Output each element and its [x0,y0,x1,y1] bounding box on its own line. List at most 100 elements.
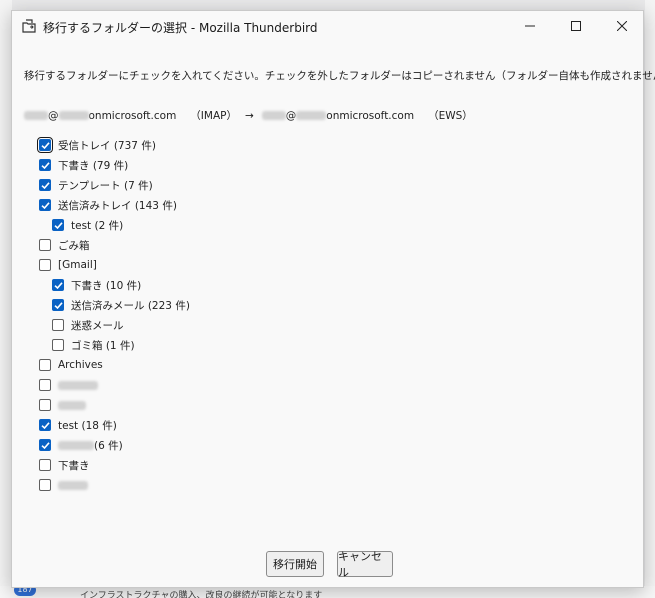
folder-checkbox[interactable] [39,179,51,191]
folder-label-text: 受信トレイ (737 件) [58,139,156,152]
folder-label-text: 送信済みメール (223 件) [71,299,190,312]
folder-checkbox[interactable] [52,319,64,331]
folder-checkbox[interactable] [37,137,53,153]
maximize-button[interactable] [553,11,599,41]
folder-label: ごみ箱 [58,238,90,253]
folder-label-text: 下書き (10 件) [71,279,142,292]
folder-checkbox[interactable] [52,279,64,291]
checkmark-icon [40,161,50,169]
folder-label: テンプレート (7 件) [58,178,153,193]
folder-label [58,480,88,490]
folder-row[interactable]: ゴミ箱 (1 件) [52,335,135,355]
checkmark-icon [40,441,50,449]
folder-checkbox[interactable] [39,159,51,171]
minimize-icon [525,25,535,27]
folder-label: [Gmail] [58,259,97,271]
background-preview-text: インフラストラクチャの購入、改良の継続が可能となります [80,591,323,598]
redacted-folder-name [58,440,94,450]
folder-row[interactable]: 送信済みトレイ (143 件) [39,195,177,215]
folder-label-text: test (18 件) [58,419,117,432]
redacted-source-tenant [58,111,89,120]
redacted-dest-tenant [296,111,327,120]
folder-checkbox[interactable] [39,359,51,371]
folder-label: ゴミ箱 (1 件) [71,338,135,353]
redacted-folder-name [58,480,88,490]
folder-select-dialog: 移行するフォルダーの選択 - Mozilla Thunderbird 移行するフ… [11,10,655,588]
source-domain: onmicrosoft.com [88,109,177,122]
folder-checkbox[interactable] [39,459,51,471]
start-migration-button[interactable]: 移行開始 [266,551,324,577]
folder-label-text: ゴミ箱 (1 件) [71,339,135,352]
folder-row[interactable]: test (2 件) [52,215,123,235]
folder-label: (6 件) [58,438,123,453]
instruction-text: 移行するフォルダーにチェックを入れてください。チェックを外したフォルダーはコピー… [24,70,655,82]
folder-row[interactable]: test (18 件) [39,415,117,435]
folder-label: test (18 件) [58,418,117,433]
folder-label [58,400,86,410]
title-bar: 移行するフォルダーの選択 - Mozilla Thunderbird [12,11,643,41]
cancel-button[interactable]: キャンセル [337,550,393,579]
folder-checkbox[interactable] [39,419,51,431]
checkmark-icon [40,421,50,429]
folder-label: 下書き (10 件) [71,278,141,293]
folder-label [58,380,98,390]
checkmark-icon [53,301,63,309]
folder-checkbox[interactable] [39,399,51,411]
folder-label-text: 迷惑メール [71,319,124,332]
folder-row[interactable] [39,395,86,415]
folder-row[interactable] [39,375,98,395]
minimize-button[interactable] [507,11,553,41]
folder-row[interactable]: ごみ箱 [39,235,90,255]
close-button[interactable] [599,11,645,41]
folder-row[interactable]: 受信トレイ (737 件) [37,135,156,155]
folder-label-text: ごみ箱 [58,239,90,252]
maximize-icon [571,21,581,31]
folder-checkbox[interactable] [39,199,51,211]
checkmark-icon [40,181,50,189]
dest-at: @ [285,109,297,122]
folder-row[interactable]: 送信済みメール (223 件) [52,295,190,315]
redacted-folder-name [58,400,86,410]
folder-row[interactable]: Archives [39,355,103,375]
redacted-dest-user [261,111,286,120]
folder-label: 送信済みメール (223 件) [71,298,190,313]
folder-checkbox[interactable] [39,239,51,251]
folder-label-text: 下書き [58,459,90,472]
folder-checkbox[interactable] [39,379,51,391]
folder-label-text: Archives [58,359,103,371]
folder-label-text: 送信済みトレイ (143 件) [58,199,177,212]
dest-domain: onmicrosoft.com [326,109,415,122]
folder-label: 受信トレイ (737 件) [58,138,156,153]
folder-label: 下書き [58,458,90,473]
redacted-source-user [24,111,48,120]
folder-row[interactable]: 迷惑メール [52,315,124,335]
folder-checkbox[interactable] [52,219,64,231]
source-at: @ [48,109,59,122]
folder-label-text: 下書き (79 件) [58,159,129,172]
folder-row[interactable]: (6 件) [39,435,123,455]
window-title: 移行するフォルダーの選択 - Mozilla Thunderbird [43,21,318,35]
close-icon [617,21,627,31]
checkmark-icon [53,221,63,229]
folder-label: 下書き (79 件) [58,158,128,173]
checkmark-icon [40,141,50,149]
dest-protocol: （EWS） [428,110,473,122]
folder-row[interactable]: [Gmail] [39,255,97,275]
folder-checkbox[interactable] [52,339,64,351]
redacted-folder-name [58,380,98,390]
folder-label: 迷惑メール [71,318,124,333]
folder-label: test (2 件) [71,218,123,233]
folder-label-text: テンプレート (7 件) [58,179,153,192]
thunderbird-folder-icon [21,18,37,34]
folder-row[interactable]: テンプレート (7 件) [39,175,153,195]
migration-route: @ onmicrosoft.com （IMAP） → @ onmicrosoft… [24,108,473,123]
folder-checkbox[interactable] [39,439,51,451]
folder-row[interactable]: 下書き (79 件) [39,155,128,175]
folder-checkbox[interactable] [52,299,64,311]
checkmark-icon [40,201,50,209]
folder-row[interactable]: 下書き (10 件) [52,275,141,295]
folder-checkbox[interactable] [39,479,51,491]
folder-row[interactable]: 下書き [39,455,90,475]
folder-row[interactable] [39,475,88,495]
folder-checkbox[interactable] [39,259,51,271]
